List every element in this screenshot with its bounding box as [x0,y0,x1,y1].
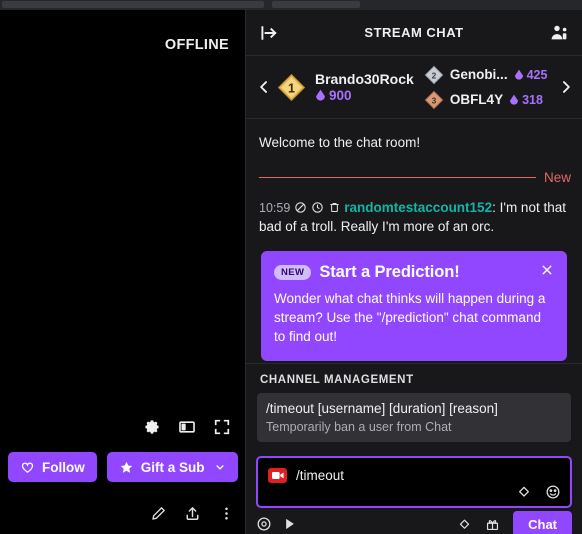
leaderboard-bits-1: 900 [315,88,414,103]
chat-input[interactable]: /timeout [256,456,572,508]
browser-tab-segment-2 [272,1,360,8]
browser-tab-segment-1 [2,1,264,8]
edit-icon[interactable] [150,505,167,522]
send-chat-button[interactable]: Chat [513,511,572,534]
close-icon[interactable] [540,263,554,277]
leaderboard-entry-3[interactable]: 3 OBFL4Y 318 [424,90,548,110]
chat-panel: STREAM CHAT 1 Brando30Rock 900 2 Genobi.… [245,10,582,534]
chat-message: 10:59 randomtestaccount152: I'm not that … [257,198,571,237]
chat-title: STREAM CHAT [364,25,464,40]
svg-text:3: 3 [431,95,436,105]
divider-line [259,176,536,178]
leaderboard-name-1: Brando30Rock [315,70,414,87]
svg-text:1: 1 [288,81,295,95]
command-autocomplete: CHANNEL MANAGEMENT /timeout [username] [… [246,362,582,449]
bits-icon[interactable] [516,484,532,500]
chat-input-value: /timeout [296,468,345,483]
video-player[interactable]: OFFLINE Follow Gift a Sub [0,10,245,534]
share-icon[interactable] [184,505,201,522]
bits-icon [514,69,523,80]
player-controls [143,418,231,436]
gift-icon[interactable] [485,517,500,532]
prediction-promo-card: NEW Start a Prediction! Wonder what chat… [261,250,567,362]
gift-a-sub-label: Gift a Sub [140,459,205,475]
svg-text:2: 2 [431,70,436,80]
command-syntax: /timeout [username] [duration] [reason] [266,400,498,416]
chat-message-list[interactable]: Welcome to the chat room! New 10:59 rando… [246,119,582,363]
cheer-icon[interactable] [282,516,298,532]
chevron-down-icon [215,465,224,470]
ban-icon [295,201,307,213]
channel-action-row: Follow Gift a Sub [8,452,238,482]
bits-icon[interactable] [457,517,472,532]
bits-leaderboard: 1 Brando30Rock 900 2 Genobi... 425 3 OBF… [246,56,582,119]
leaderboard-name-2: Genobi... [449,66,508,82]
reward-icon[interactable] [256,516,272,532]
follow-button-label: Follow [42,459,85,475]
chat-bottom-right-icons: Chat [457,511,572,534]
leaderboard-next-icon[interactable] [558,79,574,95]
player-util-row [150,505,235,522]
prediction-body: Wonder what chat thinks will happen duri… [274,290,546,345]
system-message: Welcome to the chat room! [259,135,421,150]
collapse-chat-icon[interactable] [259,23,279,43]
command-item[interactable]: /timeout [username] [duration] [reason] … [257,392,571,442]
leaderboard-entry-1[interactable]: 1 Brando30Rock 900 [276,72,414,103]
command-section-label: CHANNEL MANAGEMENT [260,373,414,386]
chat-bottom-bar: Chat [246,508,582,534]
message-separator: : [492,199,496,215]
chat-bottom-left-icons [256,516,298,532]
rank-badge-silver-icon: 2 [424,65,444,85]
more-options-icon[interactable] [218,505,235,522]
message-username[interactable]: randomtestaccount152 [344,200,492,215]
gift-a-sub-button[interactable]: Gift a Sub [106,452,238,482]
new-messages-divider: New [259,170,571,185]
bits-icon [316,89,325,101]
leaderboard-entry-2[interactable]: 2 Genobi... 425 [424,65,547,85]
message-timestamp: 10:59 [259,200,291,215]
bits-icon [510,94,519,105]
fullscreen-icon[interactable] [213,418,231,436]
prediction-title: Start a Prediction! [319,262,460,281]
star-icon [120,461,132,473]
community-icon[interactable] [549,23,569,43]
leaderboard-name-3: OBFL4Y [449,91,504,107]
new-badge: NEW [274,265,312,280]
video-camera-icon [268,468,287,483]
settings-icon[interactable] [143,418,161,436]
browser-top-strip [0,0,582,10]
leaderboard-bits-2: 425 [514,68,547,82]
rank-badge-gold-icon: 1 [276,72,307,103]
delete-message-icon [330,202,339,212]
theatre-mode-icon[interactable] [178,418,196,436]
command-description: Temporarily ban a user from Chat [266,420,452,434]
follow-button[interactable]: Follow [8,452,97,482]
leaderboard-prev-icon[interactable] [256,79,272,95]
emote-icon[interactable] [545,484,561,500]
heart-icon [21,462,34,473]
leaderboard-bits-3: 318 [509,93,543,107]
mod-action-icons [294,201,341,214]
chat-input-wrapper: /timeout [246,449,582,508]
offline-label: OFFLINE [164,37,229,53]
new-messages-label: New [543,169,571,185]
chat-header: STREAM CHAT [246,10,582,56]
rank-badge-bronze-icon: 3 [424,90,444,110]
chat-input-icons [516,484,561,500]
timeout-icon [312,201,324,213]
twitch-stream-page: OFFLINE Follow Gift a Sub STREAM CHAT 1 … [0,0,582,534]
